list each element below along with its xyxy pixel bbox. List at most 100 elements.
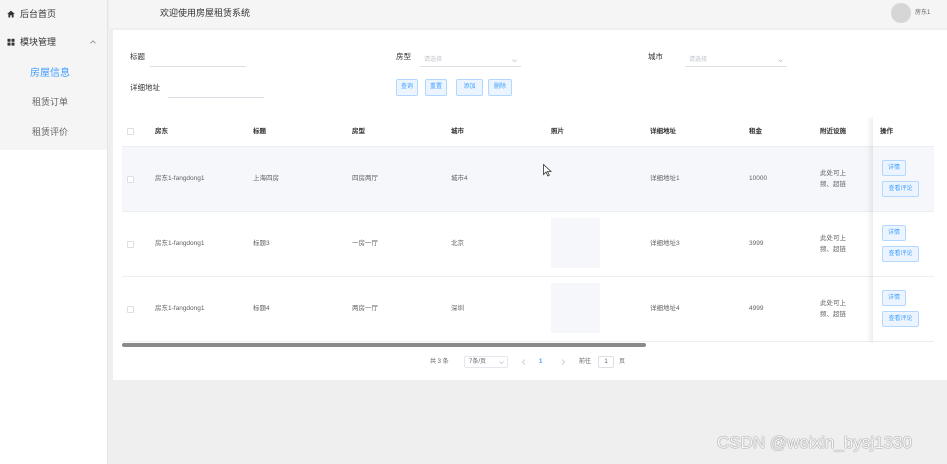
column-header-house-type: 房型 bbox=[352, 128, 365, 135]
house-type-cell: 四房两厅 bbox=[352, 175, 378, 182]
column-header-rent: 租金 bbox=[749, 128, 762, 135]
actions-cell: 详情 查看评论 bbox=[873, 147, 934, 212]
table-header: 房东 标题 房型 城市 照片 详细地址 租金 附近设施 bbox=[122, 117, 934, 147]
rent-cell: 4999 bbox=[749, 305, 764, 312]
sidebar-item-home[interactable]: 后台首页 bbox=[0, 0, 107, 28]
landlord-cell: 房东1-fangdong1 bbox=[155, 240, 205, 247]
sidebar-item-module-management[interactable]: 模块管理 bbox=[0, 28, 107, 56]
mouse-cursor-icon bbox=[543, 164, 552, 177]
username[interactable]: 房东1 bbox=[915, 0, 930, 26]
page-unit-label: 页 bbox=[619, 359, 626, 365]
avatar[interactable] bbox=[891, 3, 911, 23]
facilities-line: 频、超链 bbox=[820, 311, 846, 318]
landlord-cell: 房东1-fangdong1 bbox=[155, 175, 205, 182]
sidebar-item-rental-orders[interactable]: 租赁订单 bbox=[0, 88, 100, 116]
select-all-checkbox[interactable] bbox=[127, 128, 134, 135]
facilities-cell: 此处可上 频、超链 bbox=[820, 233, 846, 255]
column-header-facilities: 附近设施 bbox=[820, 128, 846, 135]
column-header-title: 标题 bbox=[253, 128, 266, 135]
view-comments-button[interactable]: 查看评论 bbox=[882, 311, 919, 327]
current-page[interactable]: 1 bbox=[539, 356, 542, 368]
add-button[interactable]: 添加 bbox=[456, 79, 483, 96]
watermark: CSDN @weixin_bysj1330 bbox=[717, 433, 912, 452]
facilities-cell: 此处可上 频、超链 bbox=[820, 168, 846, 190]
home-icon bbox=[7, 10, 15, 18]
top-header: 欢迎使用房屋租赁系统 房东1 bbox=[109, 0, 947, 28]
page-title: 欢迎使用房屋租赁系统 bbox=[160, 8, 251, 18]
sidebar-item-house-info[interactable]: 房屋信息 bbox=[0, 60, 100, 88]
rent-cell: 10000 bbox=[749, 175, 768, 182]
address-input[interactable] bbox=[168, 86, 264, 98]
sidebar-menu: 后台首页 模块管理 房屋信息 租赁订单 租赁评价 bbox=[0, 0, 107, 150]
sidebar: 后台首页 模块管理 房屋信息 租赁订单 租赁评价 bbox=[0, 0, 108, 464]
table-row[interactable]: 房东1-fangdong1 上海四房 四房两厅 城市4 详细地址1 10000 … bbox=[122, 147, 934, 212]
table-row[interactable]: 房东1-fangdong1 标题4 两房一厅 深圳 详细地址4 4999 此处可… bbox=[122, 277, 934, 342]
city-select[interactable]: 请选择 bbox=[685, 55, 787, 67]
city-label: 城市 bbox=[648, 52, 663, 61]
facilities-line: 此处可上 bbox=[820, 300, 846, 307]
select-placeholder: 请选择 bbox=[689, 57, 708, 63]
house-type-label: 房型 bbox=[396, 52, 411, 61]
detail-button[interactable]: 详情 bbox=[882, 160, 906, 176]
address-label: 详细地址 bbox=[130, 83, 160, 92]
chevron-up-icon[interactable] bbox=[89, 38, 97, 46]
chevron-right-icon[interactable] bbox=[559, 356, 567, 368]
house-type-cell: 两房一厅 bbox=[352, 305, 378, 312]
column-header-address: 详细地址 bbox=[650, 128, 676, 135]
address-cell: 详细地址3 bbox=[650, 240, 680, 247]
column-header-actions: 操作 bbox=[880, 128, 893, 135]
detail-button[interactable]: 详情 bbox=[882, 225, 906, 241]
page-size-value: 7条/页 bbox=[469, 359, 487, 365]
chevron-left-icon[interactable] bbox=[520, 356, 528, 368]
content-card: 标题 房型 请选择 城市 请选择 详细地址 查询 重置 添加 删除 房东 标题 … bbox=[113, 30, 947, 380]
actions-cell: 详情 查看评论 bbox=[873, 277, 934, 342]
actions-column-header: 操作 bbox=[873, 117, 934, 147]
page-size-select[interactable]: 7条/页 bbox=[464, 356, 508, 368]
title-cell: 标题4 bbox=[253, 305, 270, 312]
facilities-line: 频、超链 bbox=[820, 246, 846, 253]
goto-label: 前往 bbox=[579, 359, 592, 365]
goto-page-input[interactable]: 1 bbox=[598, 356, 614, 368]
house-photo[interactable] bbox=[551, 283, 600, 333]
house-table: 房东 标题 房型 城市 照片 详细地址 租金 附近设施 房东1-fangdong… bbox=[122, 117, 934, 343]
chevron-down-icon bbox=[498, 359, 505, 366]
city-cell: 北京 bbox=[451, 240, 464, 247]
title-input[interactable] bbox=[150, 55, 246, 67]
detail-button[interactable]: 详情 bbox=[882, 290, 906, 306]
actions-cell: 详情 查看评论 bbox=[873, 212, 934, 277]
facilities-line: 此处可上 bbox=[820, 235, 846, 242]
delete-button[interactable]: 删除 bbox=[488, 79, 512, 96]
column-header-city: 城市 bbox=[451, 128, 464, 135]
house-type-cell: 一房一厅 bbox=[352, 240, 378, 247]
sidebar-item-rental-reviews[interactable]: 租赁评价 bbox=[0, 118, 100, 146]
rent-cell: 3999 bbox=[749, 240, 764, 247]
title-cell: 上海四房 bbox=[253, 175, 279, 182]
sidebar-item-label: 后台首页 bbox=[20, 9, 57, 19]
house-photo[interactable] bbox=[551, 218, 600, 268]
column-header-landlord: 房东 bbox=[155, 128, 168, 135]
row-checkbox[interactable] bbox=[127, 306, 134, 313]
facilities-line: 此处可上 bbox=[820, 170, 846, 177]
table-row[interactable]: 房东1-fangdong1 标题3 一房一厅 北京 详细地址3 3999 此处可… bbox=[122, 212, 934, 277]
landlord-cell: 房东1-fangdong1 bbox=[155, 305, 205, 312]
chevron-down-icon bbox=[511, 57, 518, 64]
view-comments-button[interactable]: 查看评论 bbox=[882, 246, 919, 262]
actions-column: 操作 详情 查看评论 详情 查看评论 详情 查看评论 bbox=[873, 117, 934, 343]
title-label: 标题 bbox=[130, 52, 145, 61]
select-placeholder: 请选择 bbox=[424, 57, 443, 63]
view-comments-button[interactable]: 查看评论 bbox=[882, 181, 919, 197]
house-photo[interactable] bbox=[551, 153, 600, 203]
address-cell: 详细地址4 bbox=[650, 305, 680, 312]
chevron-down-icon bbox=[777, 57, 784, 64]
pagination-total: 共 3 条 bbox=[430, 359, 449, 365]
row-checkbox[interactable] bbox=[127, 176, 134, 183]
sidebar-item-label: 模块管理 bbox=[20, 37, 57, 47]
horizontal-scrollbar[interactable] bbox=[122, 343, 646, 347]
reset-button[interactable]: 重置 bbox=[425, 79, 447, 96]
house-type-select[interactable]: 请选择 bbox=[420, 55, 521, 67]
city-cell: 城市4 bbox=[451, 175, 468, 182]
row-checkbox[interactable] bbox=[127, 241, 134, 248]
address-cell: 详细地址1 bbox=[650, 175, 680, 182]
query-button[interactable]: 查询 bbox=[396, 79, 418, 96]
city-cell: 深圳 bbox=[451, 305, 464, 312]
